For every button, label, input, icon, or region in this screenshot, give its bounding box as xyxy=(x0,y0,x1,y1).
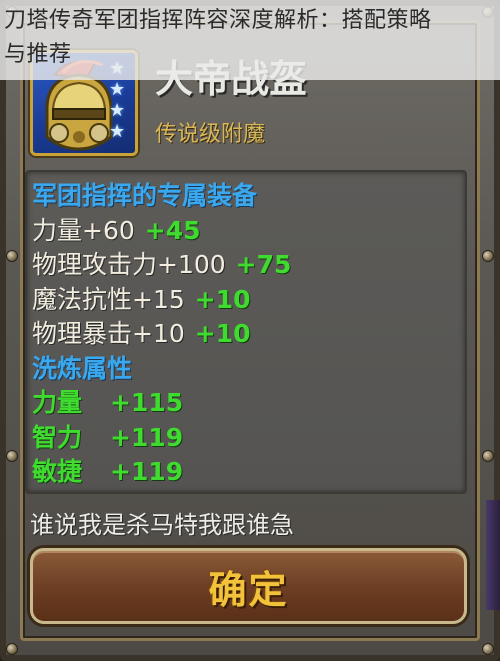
side-decoration xyxy=(486,500,500,610)
refine-value: +115 xyxy=(110,388,184,417)
article-caption: 刀塔传奇军团指挥阵容深度解析：搭配策略 与推荐 xyxy=(0,0,500,80)
stat-bonus: +75 xyxy=(235,250,292,279)
refine-row: 力量 +115 xyxy=(32,383,465,418)
stat-bonus: +10 xyxy=(194,319,251,348)
section-header: 洗炼属性 xyxy=(32,349,465,384)
exclusive-equipment-title: 军团指挥的专属装备 xyxy=(32,181,258,210)
section-header: 军团指挥的专属装备 xyxy=(32,176,465,211)
stat-base: 物理攻击力+100 xyxy=(32,250,226,279)
star-icon: ★ xyxy=(109,100,126,121)
star-icon: ★ xyxy=(109,79,126,100)
star-icon: ★ xyxy=(109,121,126,142)
rivet-icon xyxy=(482,250,494,262)
refine-title: 洗炼属性 xyxy=(32,353,133,383)
rivet-icon xyxy=(482,643,494,655)
refine-value: +119 xyxy=(110,422,184,452)
refine-value: +119 xyxy=(110,457,184,486)
caption-line-2: 与推荐 xyxy=(4,42,72,67)
refine-name: 敏捷 xyxy=(32,457,83,486)
refine-row: 智力 +119 xyxy=(32,418,465,453)
refine-name: 力量 xyxy=(32,388,83,417)
stat-base: 魔法抗性+15 xyxy=(32,284,185,314)
stat-base: 力量+60 xyxy=(32,215,135,245)
rivet-icon xyxy=(6,450,18,462)
stat-base: 物理暴击+10 xyxy=(32,319,185,348)
stat-row: 魔法抗性+15 +10 xyxy=(32,280,465,315)
rivet-icon xyxy=(6,643,18,655)
rivet-icon xyxy=(482,450,494,462)
confirm-label: 确定 xyxy=(208,567,289,612)
stat-row: 力量+60 +45 xyxy=(32,211,465,246)
refine-row: 敏捷 +119 xyxy=(32,452,465,487)
confirm-button[interactable]: 确定 xyxy=(30,548,467,624)
stats-panel: 军团指挥的专属装备 力量+60 +45 物理攻击力+100 +75 魔法抗性+1… xyxy=(25,170,467,494)
caption-line-1: 刀塔传奇军团指挥阵容深度解析：搭配策略 xyxy=(4,8,432,33)
item-grade: 传说级附魔 xyxy=(155,122,266,147)
rivet-icon xyxy=(6,250,18,262)
stat-row: 物理攻击力+100 +75 xyxy=(32,245,465,280)
flavor-text: 谁说我是杀马特我跟谁急 xyxy=(30,511,294,539)
refine-name: 智力 xyxy=(32,422,83,452)
stat-row: 物理暴击+10 +10 xyxy=(32,314,465,349)
stat-bonus: +10 xyxy=(194,284,251,314)
stat-bonus: +45 xyxy=(144,215,201,245)
